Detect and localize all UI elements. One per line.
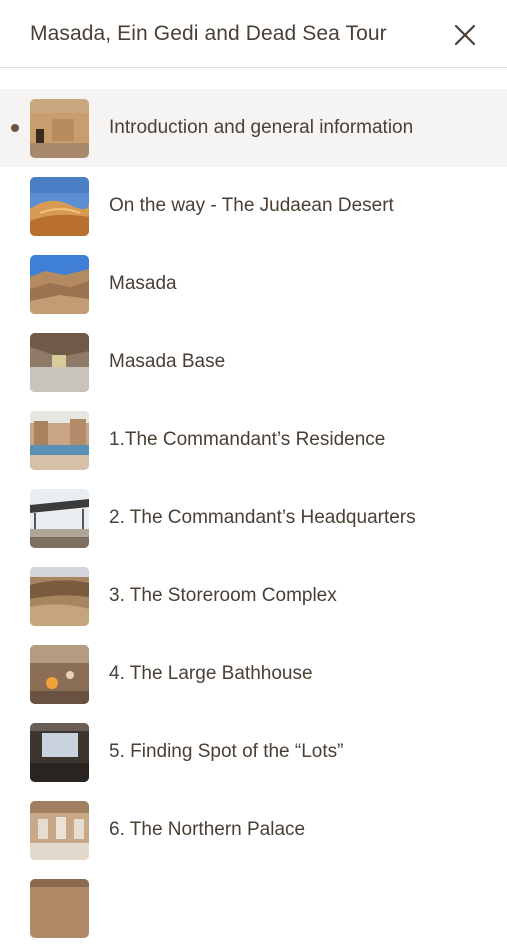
list-item[interactable]: Masada — [0, 245, 507, 323]
thumbnail — [30, 99, 89, 158]
thumbnail — [30, 333, 89, 392]
close-icon — [454, 24, 476, 46]
list-item-label: On the way - The Judaean Desert — [109, 195, 394, 216]
page-title: Masada, Ein Gedi and Dead Sea Tour — [30, 22, 387, 45]
list-item[interactable]: 4. The Large Bathhouse — [0, 635, 507, 713]
thumbnail — [30, 879, 89, 938]
list-item[interactable]: Introduction and general information — [0, 89, 507, 167]
list-item-label: 2. The Commandant’s Headquarters — [109, 507, 416, 528]
thumbnail — [30, 645, 89, 704]
header: Masada, Ein Gedi and Dead Sea Tour — [0, 0, 507, 68]
list-item-label: 3. The Storeroom Complex — [109, 585, 337, 606]
thumbnail — [30, 177, 89, 236]
list-item[interactable]: 1.The Commandant’s Residence — [0, 401, 507, 479]
list-item-label: Introduction and general information — [109, 117, 414, 138]
list-item-label: 5. Finding Spot of the “Lots” — [109, 741, 344, 762]
list-item[interactable]: 6. The Northern Palace — [0, 791, 507, 869]
thumbnail — [30, 567, 89, 626]
list-item[interactable]: 2. The Commandant’s Headquarters — [0, 479, 507, 557]
list-item[interactable]: Masada Base — [0, 323, 507, 401]
list-item[interactable]: 5. Finding Spot of the “Lots” — [0, 713, 507, 791]
thumbnail — [30, 723, 89, 782]
thumbnail — [30, 411, 89, 470]
chapter-list: Introduction and general information On … — [0, 89, 507, 947]
thumbnail — [30, 801, 89, 860]
close-button[interactable] — [448, 18, 482, 52]
list-item[interactable] — [0, 869, 507, 947]
list-item-label: Masada Base — [109, 351, 226, 372]
list-item-label: Masada — [109, 273, 177, 294]
list-item-label: 4. The Large Bathhouse — [109, 663, 313, 684]
list-item[interactable]: On the way - The Judaean Desert — [0, 167, 507, 245]
thumbnail — [30, 489, 89, 548]
thumbnail — [30, 255, 89, 314]
list-item-label: 6. The Northern Palace — [109, 819, 306, 840]
current-item-indicator — [11, 124, 19, 132]
list-item-label: 1.The Commandant’s Residence — [109, 429, 386, 450]
list-item[interactable]: 3. The Storeroom Complex — [0, 557, 507, 635]
